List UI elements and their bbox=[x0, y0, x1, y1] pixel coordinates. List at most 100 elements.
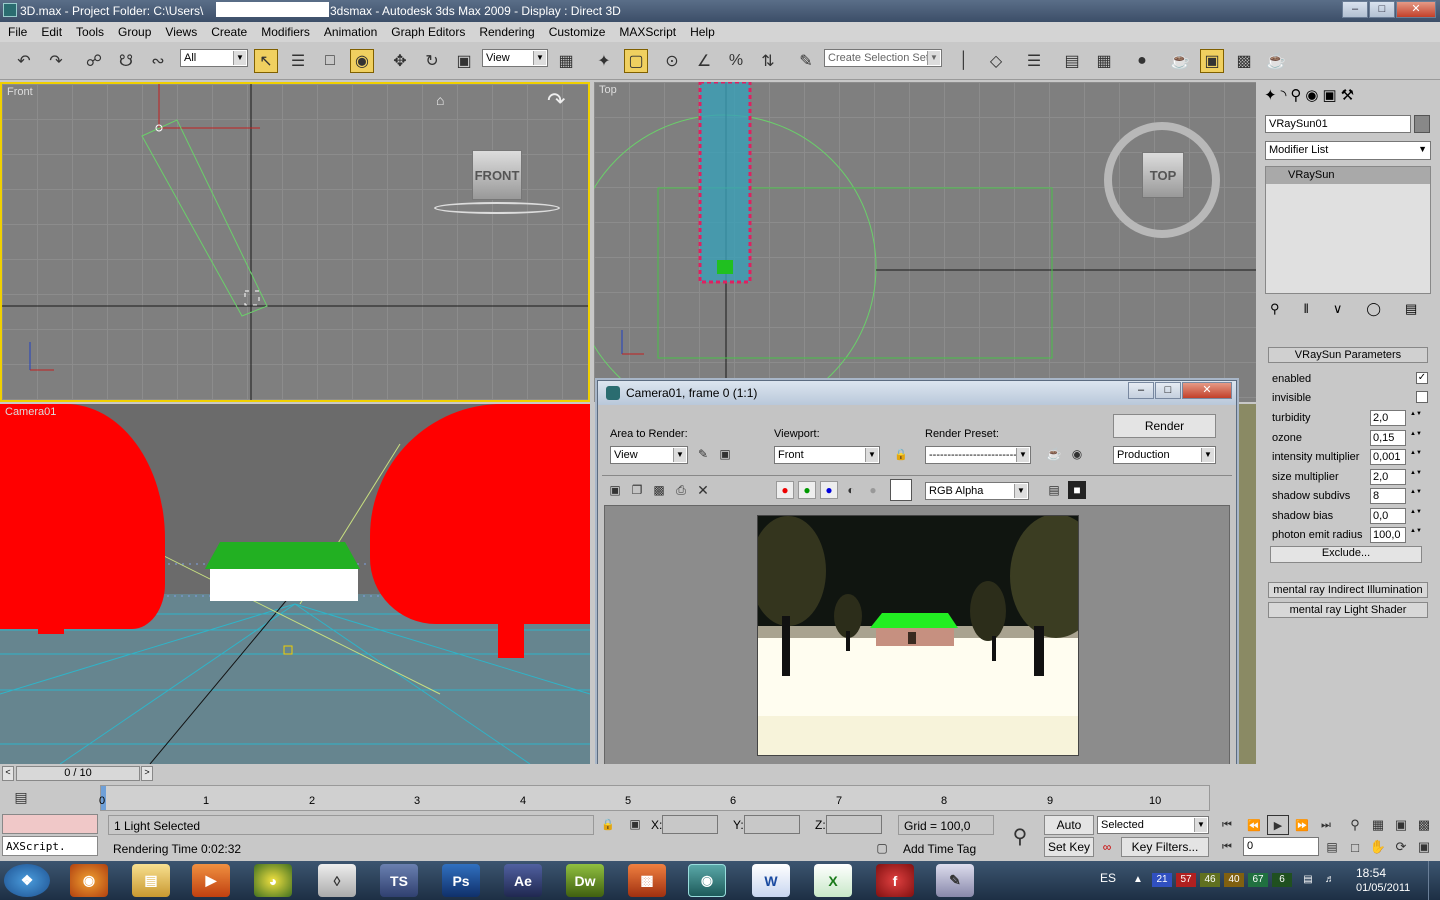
turbidity-spinner[interactable]: ▲▼ bbox=[1410, 410, 1422, 426]
shadow-subdivs-spinner[interactable]: ▲▼ bbox=[1410, 488, 1422, 504]
shadow-bias-spinner[interactable]: ▲▼ bbox=[1410, 508, 1422, 524]
tray-metric-2[interactable]: 57 bbox=[1176, 873, 1196, 887]
auto-region-icon[interactable]: ▣ bbox=[716, 445, 734, 463]
excel-icon[interactable]: X bbox=[814, 864, 852, 897]
area-to-render-dropdown[interactable]: View ▼ bbox=[610, 446, 688, 464]
zoom-extents-icon[interactable]: ▣ bbox=[1390, 815, 1412, 835]
time-slider[interactable]: 0 / 10 bbox=[16, 766, 140, 781]
previous-frame-icon[interactable]: ⏪ bbox=[1243, 815, 1265, 835]
invisible-checkbox[interactable] bbox=[1416, 391, 1428, 403]
layer-manager-icon[interactable]: ☰ bbox=[1022, 49, 1046, 73]
tray-expand-icon[interactable]: ▲ bbox=[1128, 873, 1148, 887]
viewcube-top[interactable]: TOP bbox=[1142, 152, 1184, 198]
move-icon[interactable]: ✥ bbox=[388, 49, 412, 73]
maximize-viewport-icon[interactable]: ▣ bbox=[1413, 837, 1435, 857]
tray-metric-1[interactable]: 21 bbox=[1152, 873, 1172, 887]
home-icon[interactable]: ⌂ bbox=[436, 92, 444, 108]
start-button-icon[interactable]: ❖ bbox=[4, 864, 50, 897]
clock-time[interactable]: 18:54 bbox=[1356, 866, 1386, 880]
mr-light-shader-rollout[interactable]: mental ray Light Shader bbox=[1268, 602, 1428, 618]
toggle-ui-overlay-icon[interactable]: ▤ bbox=[1045, 481, 1063, 499]
menu-file[interactable]: File bbox=[8, 25, 27, 39]
app-icon-4[interactable]: ◕ bbox=[254, 864, 292, 897]
time-slider-prev[interactable]: < bbox=[2, 766, 14, 781]
menu-group[interactable]: Group bbox=[118, 25, 151, 39]
clock-date[interactable]: 01/05/2011 bbox=[1356, 882, 1410, 894]
intensity-spinner[interactable]: ▲▼ bbox=[1410, 449, 1422, 465]
mini-curve-editor-icon[interactable]: ▤ bbox=[8, 787, 34, 807]
tray-metric-5[interactable]: 67 bbox=[1248, 873, 1268, 887]
camera-viewport[interactable]: Camera01 bbox=[0, 404, 590, 764]
vraysun-rollout-header[interactable]: VRaySun Parameters bbox=[1268, 347, 1428, 363]
shadow-bias-input[interactable]: 0,0 bbox=[1370, 508, 1406, 524]
explorer-icon[interactable]: ▤ bbox=[132, 864, 170, 897]
alpha-channel-icon[interactable]: ◐ bbox=[842, 481, 860, 499]
perspective-viewport-edge[interactable] bbox=[1238, 404, 1256, 764]
window-crossing-icon[interactable]: ◉ bbox=[350, 49, 374, 73]
green-channel-icon[interactable]: ● bbox=[798, 481, 816, 499]
configure-sets-icon[interactable]: ▤ bbox=[1405, 301, 1417, 317]
snaps-toggle-icon[interactable]: ⊙ bbox=[660, 49, 684, 73]
menu-modifiers[interactable]: Modifiers bbox=[261, 25, 310, 39]
render-button[interactable]: Render bbox=[1113, 414, 1216, 438]
selection-filter-dropdown[interactable]: All ▼ bbox=[180, 49, 248, 67]
shadow-subdivs-input[interactable]: 8 bbox=[1370, 488, 1406, 504]
save-image-icon[interactable]: ▣ bbox=[606, 481, 624, 499]
hierarchy-tab-icon[interactable]: ⚲ bbox=[1290, 86, 1301, 108]
angle-snap-icon[interactable]: ∠ bbox=[692, 49, 716, 73]
clear-image-icon[interactable]: ✕ bbox=[694, 481, 712, 499]
3dsmax-taskbar-icon[interactable]: ◉ bbox=[688, 864, 726, 897]
size-spinner[interactable]: ▲▼ bbox=[1410, 469, 1422, 485]
key-tangent-icon[interactable]: ∞ bbox=[1097, 837, 1117, 857]
minimize-button[interactable]: – bbox=[1342, 1, 1368, 18]
swatch-color[interactable] bbox=[890, 479, 912, 501]
select-by-name-icon[interactable]: ☰ bbox=[286, 49, 310, 73]
word-icon[interactable]: W bbox=[752, 864, 790, 897]
menu-animation[interactable]: Animation bbox=[324, 25, 377, 39]
auto-key-button[interactable]: Auto Key bbox=[1044, 815, 1094, 850]
percent-snap-icon[interactable]: % bbox=[724, 49, 748, 73]
object-color-swatch[interactable] bbox=[1414, 115, 1430, 133]
orbit-icon[interactable]: ⟳ bbox=[1390, 837, 1412, 857]
orbit-arrow-icon[interactable]: ↷ bbox=[547, 88, 565, 114]
language-indicator[interactable]: ES bbox=[1098, 871, 1118, 885]
pivot-center-icon[interactable]: ▦ bbox=[554, 49, 578, 73]
photon-spinner[interactable]: ▲▼ bbox=[1410, 527, 1422, 543]
align-icon[interactable]: ◇ bbox=[984, 49, 1008, 73]
modifier-stack[interactable]: VRaySun bbox=[1265, 166, 1431, 294]
viewcube-ring[interactable] bbox=[434, 202, 560, 214]
display-tab-icon[interactable]: ▣ bbox=[1322, 86, 1336, 108]
render-preset-dropdown[interactable]: ------------------------- ▼ bbox=[925, 446, 1031, 464]
intensity-multiplier-input[interactable]: 0,001 bbox=[1370, 449, 1406, 465]
x-coord-input[interactable] bbox=[662, 815, 718, 834]
modifier-list-dropdown[interactable]: Modifier List ▼ bbox=[1265, 141, 1431, 160]
zoom-icon[interactable]: ⚲ bbox=[1344, 815, 1366, 835]
app-icon-10[interactable]: ▩ bbox=[628, 864, 666, 897]
clone-window-icon[interactable]: ▩ bbox=[650, 481, 668, 499]
key-filters-button[interactable]: Key Filters... bbox=[1121, 837, 1209, 857]
render-window-minimize[interactable]: – bbox=[1128, 382, 1154, 399]
current-frame-input[interactable]: 0 bbox=[1243, 837, 1319, 856]
tray-metric-3[interactable]: 46 bbox=[1200, 873, 1220, 887]
link-icon[interactable]: ☍ bbox=[82, 49, 106, 73]
ozone-input[interactable]: 0,15 bbox=[1370, 430, 1406, 446]
key-mode-toggle-icon[interactable]: ⏮ bbox=[1216, 837, 1238, 857]
rendered-frame-window-icon[interactable]: ▣ bbox=[1200, 49, 1224, 73]
show-end-result-icon[interactable]: ‖ bbox=[1304, 301, 1309, 317]
firefox-icon[interactable]: ◉ bbox=[70, 864, 108, 897]
photoshop-icon[interactable]: Ps bbox=[442, 864, 480, 897]
menu-edit[interactable]: Edit bbox=[41, 25, 62, 39]
size-multiplier-input[interactable]: 2,0 bbox=[1370, 469, 1406, 485]
maximize-button[interactable]: □ bbox=[1369, 1, 1395, 18]
tray-metric-6[interactable]: 6 bbox=[1272, 873, 1292, 887]
pin-stack-icon[interactable]: ⚲ bbox=[1270, 301, 1280, 317]
key-mode-dropdown[interactable]: Selected ▼ bbox=[1097, 816, 1209, 834]
media-player-icon[interactable]: ▶ bbox=[192, 864, 230, 897]
dreamweaver-icon[interactable]: Dw bbox=[566, 864, 604, 897]
photon-emit-radius-input[interactable]: 100,0 bbox=[1370, 527, 1406, 543]
pan-icon[interactable]: ✋ bbox=[1367, 837, 1389, 857]
front-viewport-label[interactable]: Front bbox=[7, 86, 33, 98]
render-window-maximize[interactable]: □ bbox=[1155, 382, 1181, 399]
render-production-icon[interactable]: ▩ bbox=[1232, 49, 1256, 73]
ozone-spinner[interactable]: ▲▼ bbox=[1410, 430, 1422, 446]
